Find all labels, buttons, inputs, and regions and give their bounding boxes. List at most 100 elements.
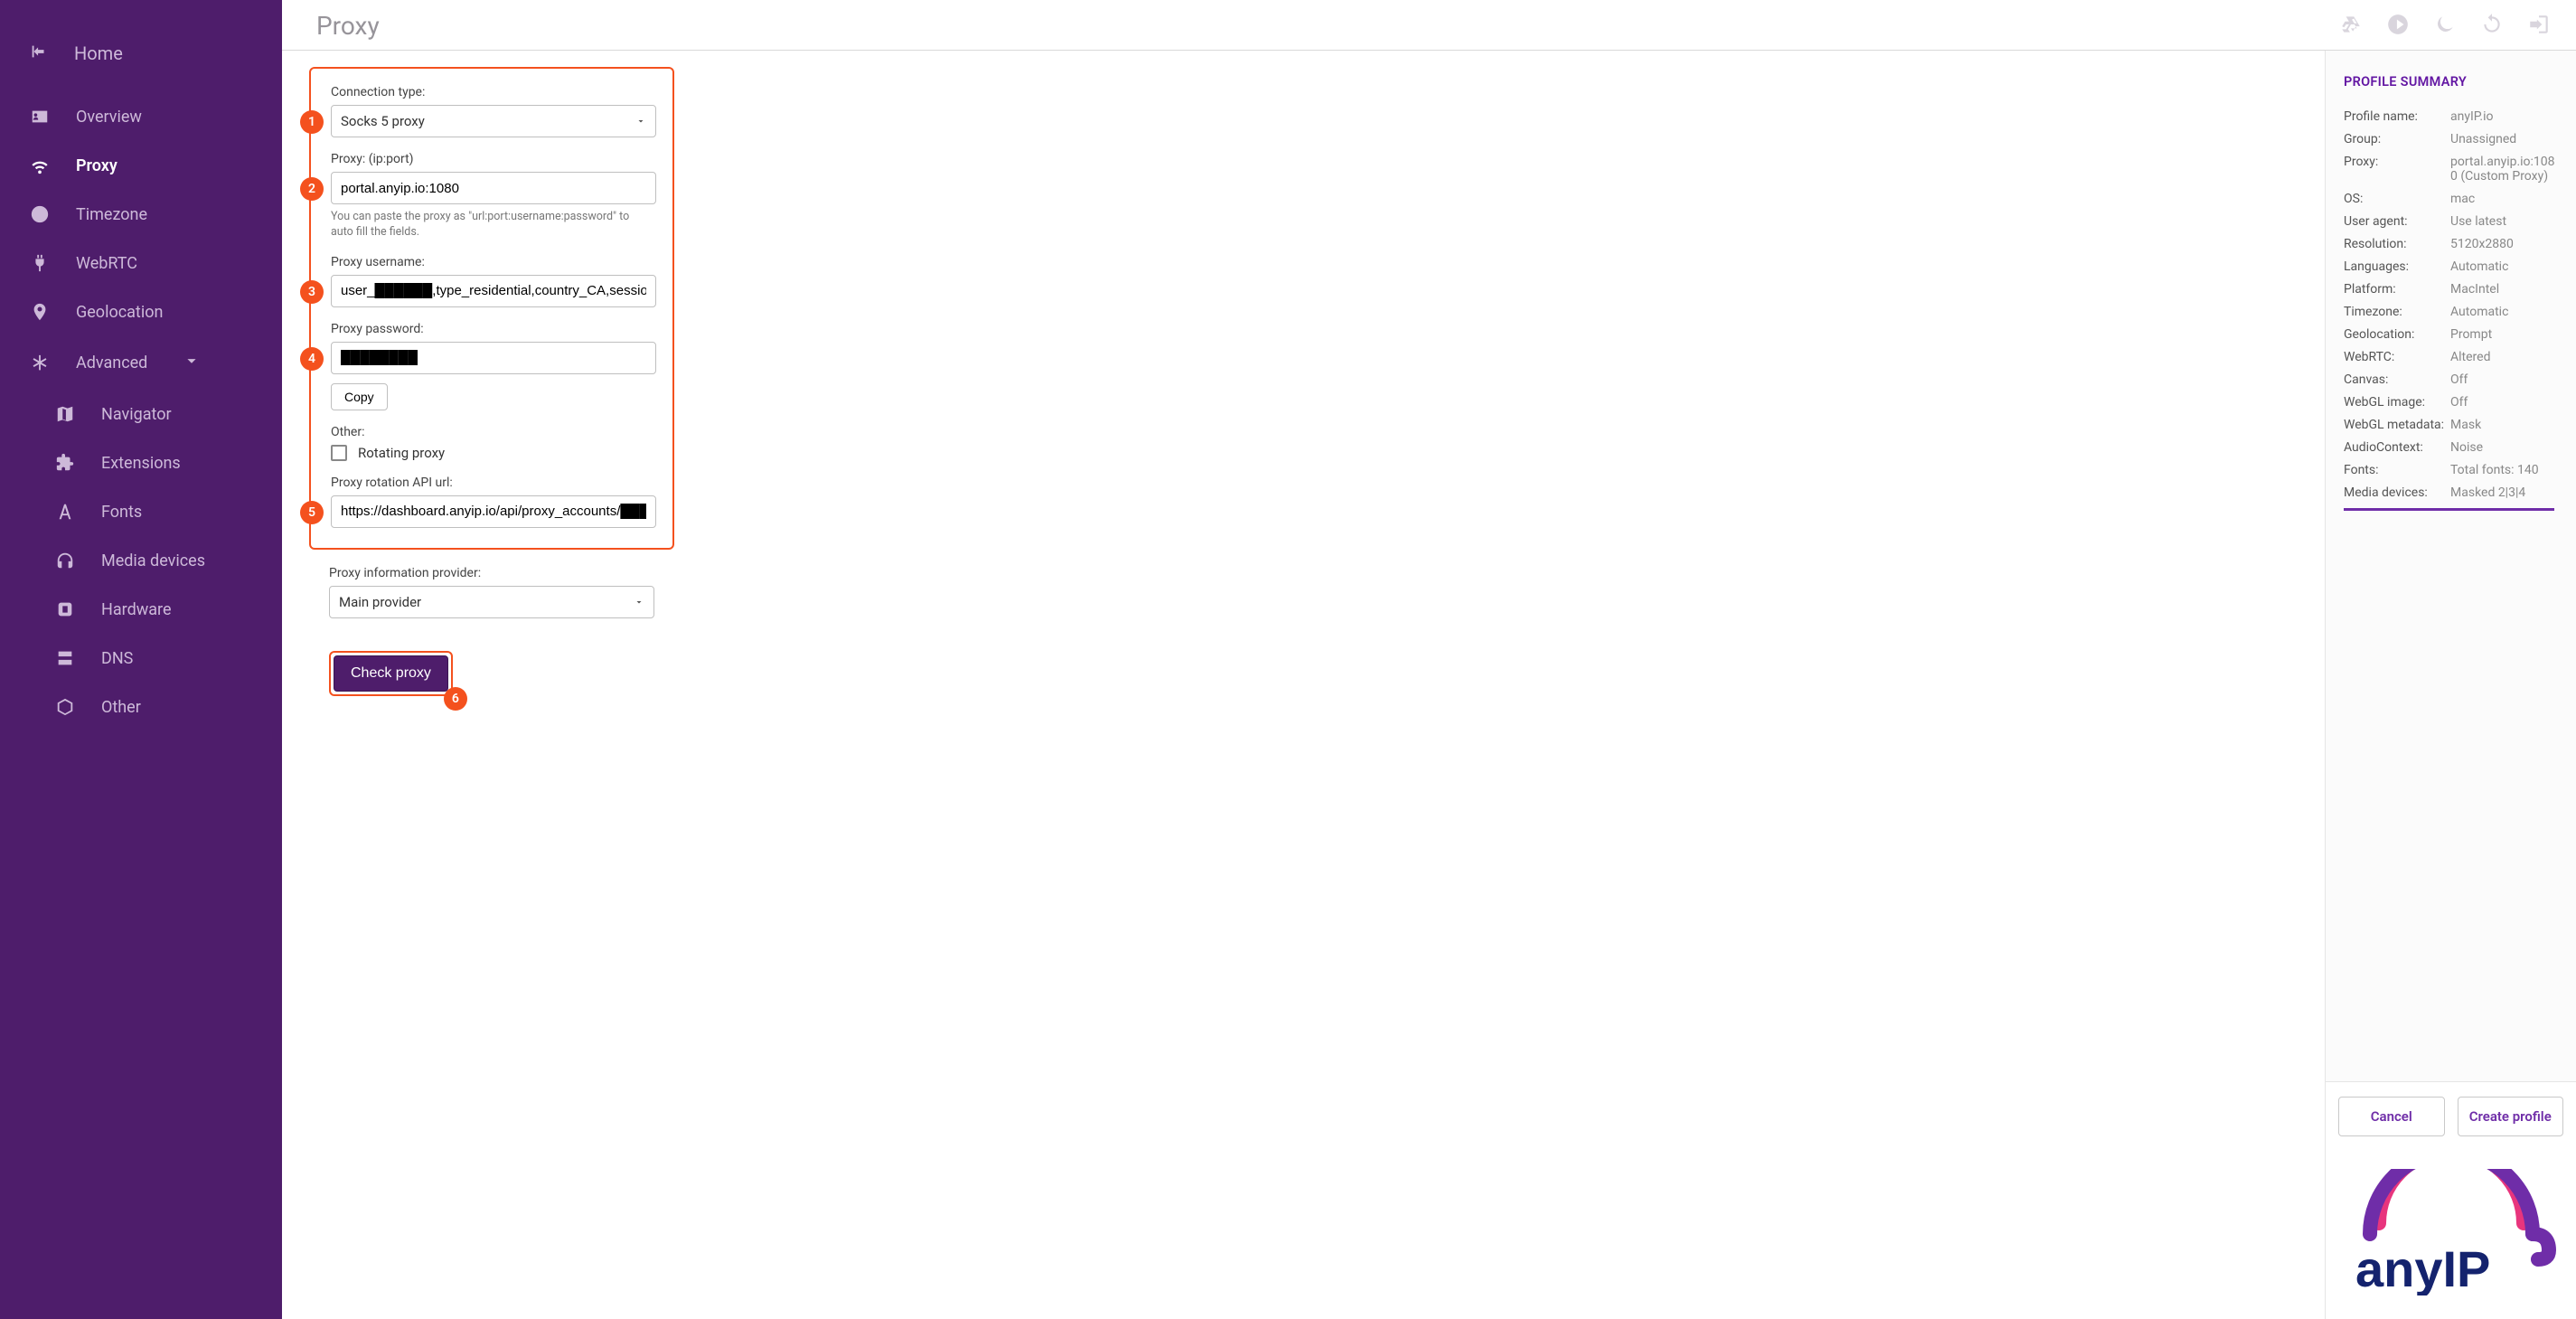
cancel-button[interactable]: Cancel <box>2338 1097 2445 1136</box>
profile-summary-panel: PROFILE SUMMARY Profile name:anyIP.ioGro… <box>2325 51 2576 1319</box>
summary-row: Proxy:portal.anyip.io:1080 (Custom Proxy… <box>2344 155 2558 184</box>
summary-value: Automatic <box>2450 259 2558 274</box>
rotation-url-label: Proxy rotation API url: <box>331 476 653 490</box>
proxy-password-input[interactable] <box>331 342 656 374</box>
summary-row: Languages:Automatic <box>2344 259 2558 274</box>
step-badge-1: 1 <box>300 110 324 134</box>
rotation-url-input[interactable] <box>331 495 656 528</box>
provider-label: Proxy information provider: <box>329 566 654 580</box>
sidebar-item-timezone[interactable]: Timezone <box>0 192 282 237</box>
logout-icon[interactable] <box>2527 13 2551 40</box>
step-badge-2: 2 <box>300 177 324 201</box>
summary-value: MacIntel <box>2450 282 2558 297</box>
sidebar-item-advanced[interactable]: Advanced <box>0 338 282 388</box>
nav-label: Timezone <box>76 205 147 224</box>
summary-row: Geolocation:Prompt <box>2344 327 2558 342</box>
summary-value: Total fonts: 140 <box>2450 463 2558 477</box>
chevron-down-icon <box>634 597 644 608</box>
nav-label: Advanced <box>76 353 147 372</box>
nav-label: Extensions <box>101 454 181 473</box>
moon-icon[interactable] <box>2433 13 2457 40</box>
pin-icon <box>29 302 51 322</box>
step-badge-5: 5 <box>300 501 324 524</box>
sidebar-item-geolocation[interactable]: Geolocation <box>0 289 282 334</box>
sidebar-item-fonts[interactable]: Fonts <box>0 489 282 534</box>
summary-row: Timezone:Automatic <box>2344 305 2558 319</box>
svg-text:anyIP: anyIP <box>2355 1240 2490 1295</box>
anyip-logo: anyIP <box>2326 1151 2576 1319</box>
wifi-icon <box>29 155 51 175</box>
server-icon <box>54 648 76 668</box>
summary-key: Geolocation: <box>2344 327 2450 342</box>
sidebar-item-hardware[interactable]: Hardware <box>0 587 282 632</box>
connection-type-value: Socks 5 proxy <box>341 113 425 129</box>
nav-label: Proxy <box>76 156 118 175</box>
summary-key: Platform: <box>2344 282 2450 297</box>
highlighted-proxy-settings: 1 Connection type: Socks 5 proxy 2 Proxy… <box>309 67 674 550</box>
sidebar: Home Overview Proxy Timezone WebRTC Geol… <box>0 0 282 1319</box>
proxy-username-input[interactable] <box>331 275 656 307</box>
connection-type-select[interactable]: Socks 5 proxy <box>331 105 656 137</box>
summary-row: Fonts:Total fonts: 140 <box>2344 463 2558 477</box>
summary-row: WebGL image:Off <box>2344 395 2558 410</box>
check-proxy-button[interactable]: Check proxy <box>334 655 448 692</box>
sidebar-item-webrtc[interactable]: WebRTC <box>0 240 282 286</box>
create-profile-button[interactable]: Create profile <box>2458 1097 2564 1136</box>
connection-type-label: Connection type: <box>331 85 653 99</box>
sidebar-item-overview[interactable]: Overview <box>0 94 282 139</box>
sidebar-item-media-devices[interactable]: Media devices <box>0 538 282 583</box>
summary-value: Masked 2|3|4 <box>2450 485 2558 500</box>
summary-value: Off <box>2450 395 2558 410</box>
summary-key: Timezone: <box>2344 305 2450 319</box>
summary-row: User agent:Use latest <box>2344 214 2558 229</box>
summary-key: Profile name: <box>2344 109 2450 124</box>
nav-label: DNS <box>101 649 133 668</box>
summary-row: Canvas:Off <box>2344 372 2558 387</box>
sidebar-item-other[interactable]: Other <box>0 684 282 730</box>
summary-key: Media devices: <box>2344 485 2450 500</box>
summary-value: Unassigned <box>2450 132 2558 146</box>
headphones-icon <box>54 551 76 570</box>
id-card-icon <box>29 107 51 127</box>
summary-value: Prompt <box>2450 327 2558 342</box>
nav-label: Hardware <box>101 600 172 619</box>
sidebar-item-navigator[interactable]: Navigator <box>0 391 282 437</box>
map-icon <box>54 404 76 424</box>
rotating-proxy-checkbox[interactable] <box>331 445 347 461</box>
sidebar-home[interactable]: Home <box>0 33 282 90</box>
summary-row: WebGL metadata:Mask <box>2344 418 2558 432</box>
step-badge-3: 3 <box>300 280 324 304</box>
chip-icon <box>54 599 76 619</box>
home-label: Home <box>74 42 123 64</box>
summary-value: Mask <box>2450 418 2558 432</box>
summary-key: User agent: <box>2344 214 2450 229</box>
proxy-ipport-input[interactable] <box>331 172 656 204</box>
recycle-icon[interactable] <box>2339 13 2363 40</box>
nav-label: Media devices <box>101 551 205 570</box>
topbar: Proxy <box>282 0 2576 51</box>
summary-key: Resolution: <box>2344 237 2450 251</box>
sidebar-item-proxy[interactable]: Proxy <box>0 143 282 188</box>
provider-select[interactable]: Main provider <box>329 586 654 618</box>
box-icon <box>54 697 76 717</box>
summary-value: portal.anyip.io:1080 (Custom Proxy) <box>2450 155 2558 184</box>
send-icon[interactable] <box>2386 13 2410 40</box>
summary-key: Group: <box>2344 132 2450 146</box>
nav-label: Navigator <box>101 405 172 424</box>
summary-key: Languages: <box>2344 259 2450 274</box>
summary-value: Off <box>2450 372 2558 387</box>
copy-button[interactable]: Copy <box>331 383 388 410</box>
summary-value: mac <box>2450 192 2558 206</box>
sidebar-item-extensions[interactable]: Extensions <box>0 440 282 485</box>
proxy-username-label: Proxy username: <box>331 255 653 269</box>
nav-label: Overview <box>76 108 142 127</box>
step-badge-4: 4 <box>300 347 324 371</box>
summary-row: Platform:MacIntel <box>2344 282 2558 297</box>
summary-row: Profile name:anyIP.io <box>2344 109 2558 124</box>
summary-value: Altered <box>2450 350 2558 364</box>
summary-key: WebGL metadata: <box>2344 418 2450 432</box>
refresh-icon[interactable] <box>2480 13 2504 40</box>
summary-key: AudioContext: <box>2344 440 2450 455</box>
summary-value: Use latest <box>2450 214 2558 229</box>
sidebar-item-dns[interactable]: DNS <box>0 636 282 681</box>
